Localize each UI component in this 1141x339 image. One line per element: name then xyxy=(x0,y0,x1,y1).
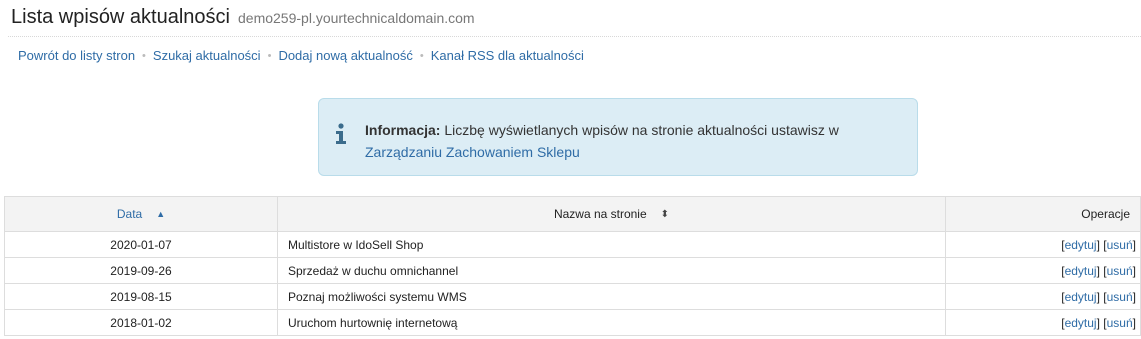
delete-link[interactable]: usuń xyxy=(1107,264,1133,278)
row-operations: [edytuj] [usuń] xyxy=(945,309,1141,336)
search-news-link[interactable]: Szukaj aktualności xyxy=(153,48,261,63)
back-to-pages-link[interactable]: Powrót do listy stron xyxy=(18,48,135,63)
shop-behavior-settings-link[interactable]: Zarządzaniu Zachowaniem Sklepu xyxy=(365,144,580,160)
edit-link[interactable]: edytuj xyxy=(1065,264,1097,278)
subnav-separator: • xyxy=(419,49,424,62)
edit-link[interactable]: edytuj xyxy=(1065,290,1097,304)
subnav-separator: • xyxy=(267,49,272,62)
subnav-separator: • xyxy=(142,49,146,62)
sort-both-icon[interactable]: ⬍ xyxy=(661,209,669,220)
sort-by-date-label[interactable]: Data xyxy=(117,207,142,221)
column-header-name[interactable]: Nazwa na stronie ⬍ xyxy=(277,196,946,232)
delete-link[interactable]: usuń xyxy=(1107,316,1133,330)
sort-ascending-icon[interactable]: ▲ xyxy=(156,209,165,219)
table-row: 2018-01-02 Uruchom hurtownię internetową… xyxy=(4,309,1141,336)
info-body: Liczbę wyświetlanych wpisów na stronie a… xyxy=(440,122,839,138)
shop-domain: demo259-pl.yourtechnicaldomain.com xyxy=(238,10,475,26)
row-name: Uruchom hurtownię internetową xyxy=(277,309,946,336)
add-news-link[interactable]: Dodaj nową aktualność xyxy=(278,48,412,63)
sort-by-name-label[interactable]: Nazwa na stronie xyxy=(554,207,647,221)
row-name: Multistore w IdoSell Shop xyxy=(277,231,946,258)
row-date: 2019-08-15 xyxy=(4,283,278,310)
column-header-date[interactable]: Data ▲ xyxy=(4,196,278,232)
row-name: Poznaj możliwości systemu WMS xyxy=(277,283,946,310)
rss-feed-link[interactable]: Kanał RSS dla aktualności xyxy=(431,48,584,63)
delete-link[interactable]: usuń xyxy=(1107,290,1133,304)
column-header-operations: Operacje xyxy=(945,196,1141,232)
header-divider xyxy=(8,36,1141,37)
info-text: Informacja: Liczbę wyświetlanych wpisów … xyxy=(365,119,905,163)
row-name: Sprzedaż w duchu omnichannel xyxy=(277,257,946,284)
page-title: Lista wpisów aktualności xyxy=(11,6,230,28)
delete-link[interactable]: usuń xyxy=(1107,238,1133,252)
info-icon xyxy=(336,123,346,144)
edit-link[interactable]: edytuj xyxy=(1065,238,1097,252)
news-table: Data ▲ Nazwa na stronie ⬍ Operacje 2020-01… xyxy=(4,196,1141,336)
row-date: 2020-01-07 xyxy=(4,231,278,258)
row-date: 2018-01-02 xyxy=(4,309,278,336)
table-row: 2019-08-15 Poznaj możliwości systemu WMS… xyxy=(4,283,1141,310)
table-row: 2019-09-26 Sprzedaż w duchu omnichannel … xyxy=(4,257,1141,284)
row-operations: [edytuj] [usuń] xyxy=(945,257,1141,284)
info-message: Informacja: Liczbę wyświetlanych wpisów … xyxy=(318,98,918,176)
info-label: Informacja: xyxy=(365,122,441,138)
subnav: Powrót do listy stron • Szukaj aktualnoś… xyxy=(18,48,584,63)
edit-link[interactable]: edytuj xyxy=(1065,316,1097,330)
row-operations: [edytuj] [usuń] xyxy=(945,283,1141,310)
page-header: Lista wpisów aktualności demo259-pl.your… xyxy=(11,6,475,30)
table-row: 2020-01-07 Multistore w IdoSell Shop [ed… xyxy=(4,231,1141,258)
row-operations: [edytuj] [usuń] xyxy=(945,231,1141,258)
table-header-row: Data ▲ Nazwa na stronie ⬍ Operacje xyxy=(4,196,1141,232)
row-date: 2019-09-26 xyxy=(4,257,278,284)
